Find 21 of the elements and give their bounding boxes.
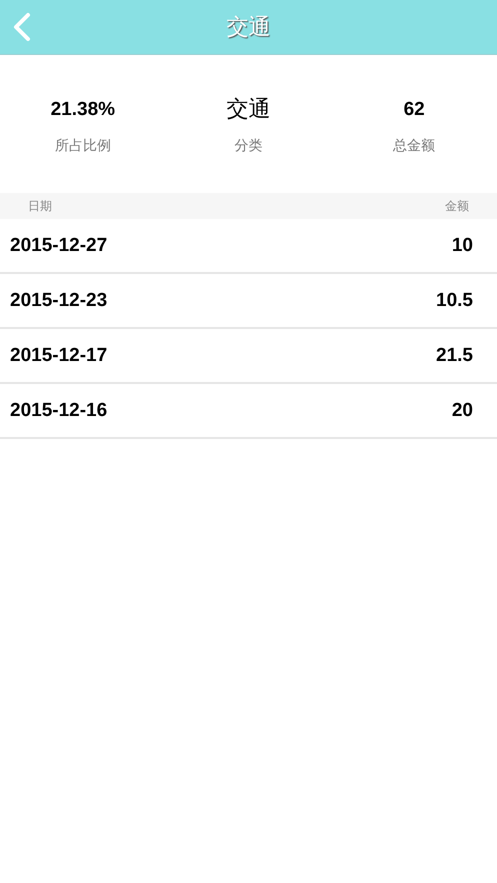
page-title: 交通 [226,14,270,42]
amount-cell: 10 [452,234,473,256]
amount-cell: 20 [452,400,473,422]
record-row[interactable]: 2015-12-16 20 [0,384,497,439]
column-header: 日期 [28,198,52,214]
summary-label: 所占比例 [54,137,111,155]
date-cell: 2015-12-16 [10,400,108,422]
record-row[interactable]: 2015-12-17 21.5 [0,329,497,384]
amount-cell: 10.5 [436,290,473,312]
summary-value: 62 [404,98,425,122]
summary-value: 交通 [226,97,270,123]
date-cell: 2015-12-27 [10,234,108,256]
summary-value: 21.38% [50,98,116,122]
date-cell: 2015-12-17 [10,344,108,366]
amount-cell: 21.5 [436,344,473,366]
summary-label: 总金额 [393,137,436,155]
summary-label: 分类 [234,137,262,155]
column-header: 金额 [445,198,469,214]
date-cell: 2015-12-23 [10,290,108,312]
record-row[interactable]: 2015-12-27 10 [0,219,497,274]
record-row[interactable]: 2015-12-23 10.5 [0,274,497,329]
